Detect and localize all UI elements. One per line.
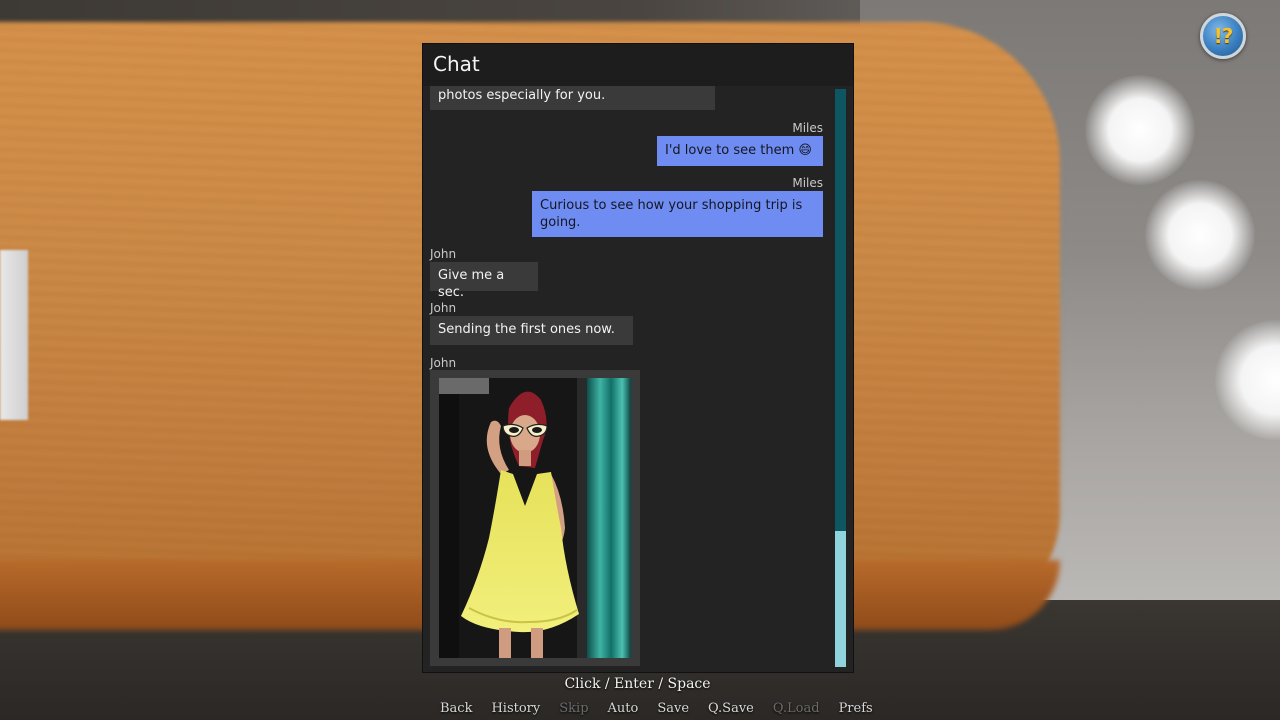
help-badge-icon[interactable]: !? (1200, 13, 1246, 59)
incoming-message: photos especially for you. (430, 86, 715, 110)
chat-scrollbar-thumb[interactable] (835, 531, 846, 667)
photo-attachment[interactable] (430, 370, 640, 666)
quick-menu: Back History Skip Auto Save Q.Save Q.Loa… (440, 701, 892, 719)
ceiling-light (1145, 180, 1255, 290)
laptop-edge (0, 250, 28, 420)
photo-image (439, 378, 631, 658)
quick-menu-back[interactable]: Back (440, 701, 472, 719)
advance-hint: Click / Enter / Space (564, 676, 711, 692)
outgoing-message: Curious to see how your shopping trip is… (532, 191, 823, 237)
incoming-message: Give me a sec. (430, 262, 538, 300)
chat-scrollbar[interactable] (835, 89, 846, 667)
sender-name: John (430, 247, 457, 261)
chat-message-list[interactable]: photos especially for you. Miles I'd lov… (423, 86, 833, 672)
quick-menu-prefs[interactable]: Prefs (839, 701, 873, 719)
chat-title: Chat (433, 52, 480, 76)
quick-menu-save[interactable]: Save (657, 701, 689, 719)
quick-menu-history[interactable]: History (491, 701, 540, 719)
sender-name: Miles (792, 176, 823, 190)
woman-in-yellow-dress-image (439, 378, 631, 658)
quick-menu-auto[interactable]: Auto (608, 701, 639, 719)
outgoing-message: I'd love to see them 😄 (657, 136, 823, 166)
sender-name: John (430, 301, 457, 315)
sender-name: Miles (792, 121, 823, 135)
quick-menu-qload[interactable]: Q.Load (773, 701, 820, 719)
quick-menu-qsave[interactable]: Q.Save (708, 701, 754, 719)
quick-menu-skip[interactable]: Skip (559, 701, 588, 719)
chat-header: Chat (423, 44, 853, 86)
sender-name: John (430, 356, 457, 370)
ceiling-light (1085, 75, 1195, 185)
incoming-message: Sending the first ones now. (430, 316, 633, 345)
chat-window: Chat photos especially for you. Miles I'… (422, 43, 854, 673)
